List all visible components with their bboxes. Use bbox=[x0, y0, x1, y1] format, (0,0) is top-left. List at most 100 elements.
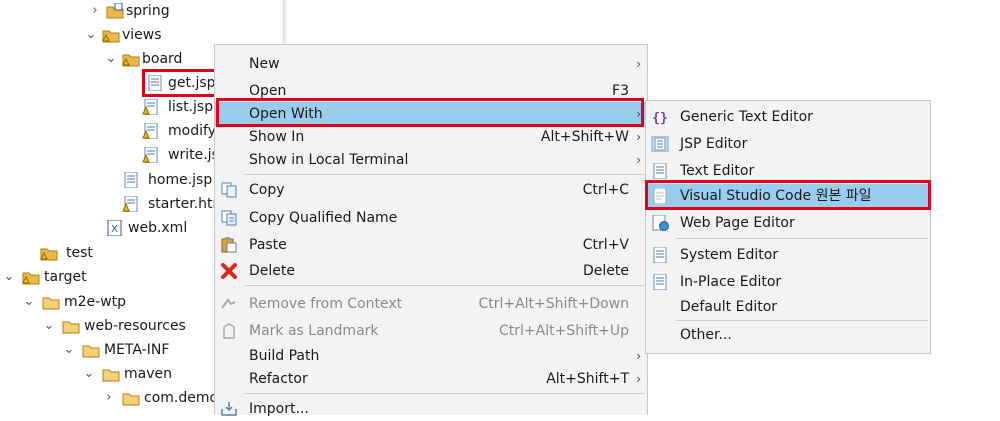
chevron-down-icon[interactable]: ⌄ bbox=[42, 315, 56, 337]
menu-item-label: Copy bbox=[249, 182, 285, 198]
menu-item-label: Remove from Context bbox=[249, 296, 403, 312]
menu-item-label: Paste bbox=[249, 237, 287, 253]
menu-item-label: In-Place Editor bbox=[680, 274, 782, 290]
folder-icon bbox=[102, 369, 120, 382]
menu-separator bbox=[245, 393, 645, 394]
submenu-item-text-editor[interactable]: Text Editor bbox=[646, 159, 930, 183]
submenu-arrow-icon: › bbox=[636, 57, 641, 71]
chevron-right-icon[interactable]: › bbox=[102, 387, 116, 409]
warning-folder-icon bbox=[102, 30, 120, 43]
in-place-editor-icon bbox=[653, 274, 667, 290]
copy-icon bbox=[221, 182, 237, 198]
copy-qualified-icon bbox=[221, 210, 237, 226]
menu-item-remove-from-context: Remove from Context Ctrl+Alt+Shift+Down bbox=[215, 292, 647, 316]
menu-item-label: Delete bbox=[249, 263, 295, 279]
menu-item-paste[interactable]: Paste Ctrl+V bbox=[215, 233, 647, 257]
menu-item-open-with[interactable]: Open With › bbox=[215, 102, 647, 126]
submenu-item-system-editor[interactable]: System Editor bbox=[646, 243, 930, 267]
menu-separator bbox=[676, 238, 928, 239]
menu-item-label: Web Page Editor bbox=[680, 215, 795, 231]
menu-item-label: Default Editor bbox=[680, 299, 778, 315]
menu-item-shortcut: Delete bbox=[583, 263, 629, 279]
menu-item-shortcut: Alt+Shift+W bbox=[540, 129, 629, 145]
menu-item-shortcut: Ctrl+Alt+Shift+Up bbox=[498, 323, 629, 339]
folder-icon bbox=[122, 393, 140, 406]
menu-item-copy-qualified-name[interactable]: Copy Qualified Name bbox=[215, 206, 647, 230]
folder-icon bbox=[62, 321, 80, 334]
tree-item-label: home.jsp bbox=[148, 172, 213, 188]
tree-item-label: spring bbox=[126, 3, 170, 19]
menu-item-label: Open With bbox=[249, 106, 323, 122]
jsp-file-icon bbox=[124, 172, 138, 188]
menu-item-label: JSP Editor bbox=[680, 136, 748, 152]
menu-item-label: Build Path bbox=[249, 348, 320, 364]
paste-icon bbox=[221, 237, 237, 253]
submenu-item-generic-text-editor[interactable]: {} Generic Text Editor bbox=[646, 105, 930, 129]
warning-file-icon bbox=[142, 123, 158, 139]
tree-item-label: list.jsp bbox=[168, 99, 214, 115]
menu-item-open[interactable]: Open F3 bbox=[215, 79, 647, 103]
menu-item-label: Copy Qualified Name bbox=[249, 210, 398, 226]
submenu-arrow-icon: › bbox=[636, 130, 641, 144]
submenu-arrow-icon: › bbox=[636, 153, 641, 167]
chevron-down-icon[interactable]: ⌄ bbox=[104, 48, 118, 70]
menu-item-show-in[interactable]: Show In Alt+Shift+W › bbox=[215, 125, 647, 149]
chevron-down-icon[interactable]: ⌄ bbox=[82, 363, 96, 385]
menu-item-mark-as-landmark: Mark as Landmark Ctrl+Alt+Shift+Up bbox=[215, 319, 647, 343]
menu-item-shortcut: F3 bbox=[612, 83, 629, 99]
menu-item-delete[interactable]: Delete Delete bbox=[215, 259, 647, 283]
menu-item-label: Text Editor bbox=[680, 163, 755, 179]
warning-folder-icon bbox=[122, 54, 140, 67]
submenu-arrow-icon: › bbox=[636, 107, 641, 121]
warning-file-icon bbox=[122, 196, 138, 212]
menu-item-build-path[interactable]: Build Path › bbox=[215, 344, 647, 368]
chevron-down-icon[interactable]: ⌄ bbox=[2, 266, 16, 288]
menu-item-label: Import... bbox=[249, 401, 309, 417]
menu-item-import[interactable]: Import... bbox=[215, 397, 647, 421]
menu-item-label: Refactor bbox=[249, 371, 308, 387]
menu-item-label: Open bbox=[249, 83, 287, 99]
tree-item-label: web-resources bbox=[84, 318, 186, 334]
tree-item-label: m2e-wtp bbox=[64, 294, 127, 310]
menu-separator bbox=[245, 174, 645, 175]
menu-item-label: Show In bbox=[249, 129, 305, 145]
submenu-item-other[interactable]: Other... bbox=[646, 323, 930, 347]
submenu-item-web-page-editor[interactable]: Web Page Editor bbox=[646, 211, 930, 235]
menu-item-show-in-local-terminal[interactable]: Show in Local Terminal › bbox=[215, 148, 647, 172]
submenu-item-default-editor[interactable]: Default Editor bbox=[646, 295, 930, 319]
submenu-item-jsp-editor[interactable]: JSP Editor bbox=[646, 132, 930, 156]
remove-context-icon bbox=[221, 298, 236, 309]
package-folder-icon bbox=[106, 3, 124, 19]
menu-item-copy[interactable]: Copy Ctrl+C bbox=[215, 178, 647, 202]
tree-item-label: maven bbox=[124, 366, 172, 382]
vscode-file-icon bbox=[653, 188, 667, 204]
warning-file-icon bbox=[142, 147, 158, 163]
tree-item-label: target bbox=[44, 269, 87, 285]
tree-item-label: web.xml bbox=[128, 220, 188, 236]
chevron-down-icon[interactable]: ⌄ bbox=[22, 291, 36, 313]
menu-item-new[interactable]: New › bbox=[215, 52, 647, 76]
chevron-down-icon[interactable]: ⌄ bbox=[62, 339, 76, 361]
menu-item-shortcut: Alt+Shift+T bbox=[546, 371, 629, 387]
svg-text:X: X bbox=[111, 224, 118, 235]
tree-item-label: board bbox=[142, 51, 183, 67]
menu-item-shortcut: Ctrl+V bbox=[582, 237, 629, 253]
chevron-right-icon[interactable]: › bbox=[88, 0, 102, 22]
system-editor-icon bbox=[653, 247, 667, 263]
tree-item-label: starter.htn bbox=[148, 196, 222, 212]
text-editor-icon bbox=[653, 163, 667, 179]
xml-file-icon: X bbox=[107, 220, 122, 236]
folder-icon bbox=[82, 345, 100, 358]
warning-folder-icon bbox=[22, 272, 40, 285]
folder-icon bbox=[42, 297, 60, 310]
selection-highlight-box bbox=[142, 69, 218, 97]
menu-item-label: Show in Local Terminal bbox=[249, 152, 409, 168]
chevron-down-icon[interactable]: ⌄ bbox=[84, 24, 98, 46]
jsp-editor-icon bbox=[651, 136, 669, 152]
menu-separator bbox=[676, 320, 928, 321]
menu-item-label: System Editor bbox=[680, 247, 779, 263]
submenu-item-visual-studio-code[interactable]: Visual Studio Code 원본 파일 bbox=[646, 184, 930, 208]
menu-item-label: New bbox=[249, 56, 280, 72]
submenu-item-in-place-editor[interactable]: In-Place Editor bbox=[646, 270, 930, 294]
menu-item-refactor[interactable]: Refactor Alt+Shift+T › bbox=[215, 367, 647, 391]
